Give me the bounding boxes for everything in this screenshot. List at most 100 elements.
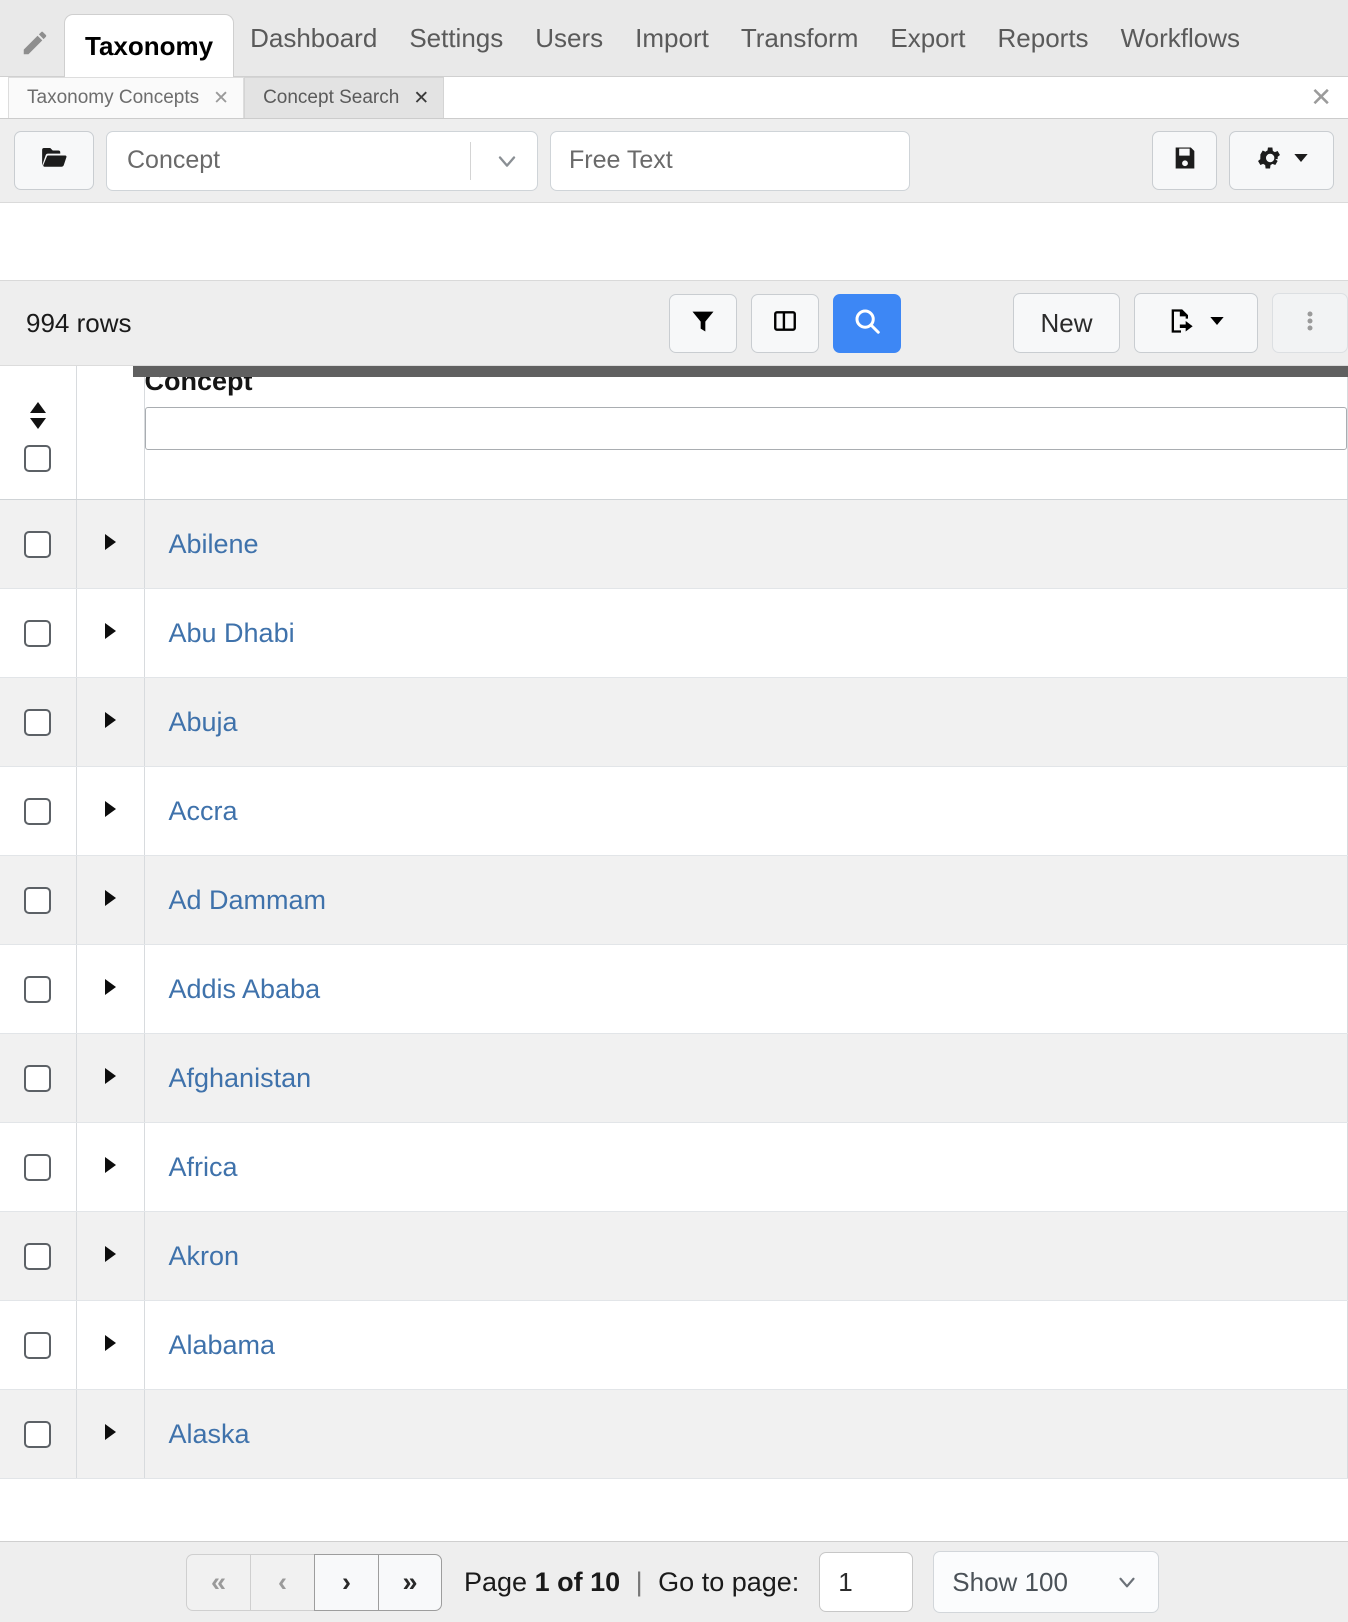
nav-tab-dashboard[interactable]: Dashboard — [234, 0, 393, 76]
table-row[interactable]: Akron — [0, 1212, 1348, 1301]
table-row[interactable]: Alabama — [0, 1301, 1348, 1390]
nav-tab-transform[interactable]: Transform — [725, 0, 875, 76]
save-search-button[interactable] — [1152, 131, 1217, 190]
expand-row-icon[interactable] — [105, 712, 116, 728]
next-page-button[interactable]: › — [314, 1554, 378, 1611]
open-saved-search-button[interactable] — [14, 131, 94, 190]
expand-row-icon[interactable] — [105, 534, 116, 550]
expand-row-icon[interactable] — [105, 890, 116, 906]
row-checkbox[interactable] — [24, 620, 51, 647]
expand-row-icon[interactable] — [105, 1335, 116, 1351]
nav-tab-workflows[interactable]: Workflows — [1105, 0, 1256, 76]
row-checkbox[interactable] — [24, 887, 51, 914]
nav-tab-users[interactable]: Users — [519, 0, 619, 76]
table-row[interactable]: Abilene — [0, 500, 1348, 589]
export-button[interactable] — [1134, 293, 1258, 353]
select-all-checkbox[interactable] — [24, 445, 51, 472]
page-size-label: Show 100 — [952, 1567, 1068, 1598]
row-select-cell — [0, 500, 76, 589]
row-expand-cell — [76, 856, 144, 945]
chevron-down-icon[interactable] — [493, 132, 521, 190]
expand-row-icon[interactable] — [105, 1246, 116, 1262]
row-expand-cell — [76, 767, 144, 856]
concept-link[interactable]: Akron — [145, 1241, 1348, 1272]
table-row[interactable]: Addis Ababa — [0, 945, 1348, 1034]
nav-tab-export[interactable]: Export — [874, 0, 981, 76]
row-select-cell — [0, 589, 76, 678]
close-icon[interactable]: ✕ — [413, 87, 429, 110]
table-row[interactable]: Ad Dammam — [0, 856, 1348, 945]
nav-tab-import[interactable]: Import — [619, 0, 725, 76]
document-tab-concept-search[interactable]: Concept Search ✕ — [244, 77, 444, 118]
expand-row-icon[interactable] — [105, 1068, 116, 1084]
funnel-icon — [689, 307, 717, 340]
row-checkbox[interactable] — [24, 1243, 51, 1270]
search-criteria-panel — [0, 203, 1348, 281]
concept-column-filter-input[interactable] — [145, 407, 1348, 450]
row-checkbox[interactable] — [24, 798, 51, 825]
search-settings-button[interactable] — [1229, 131, 1334, 190]
caret-down-icon — [1293, 150, 1309, 171]
horizontal-scrollbar[interactable] — [133, 366, 1348, 377]
row-expand-cell — [76, 1034, 144, 1123]
concept-link[interactable]: Africa — [145, 1152, 1348, 1183]
nav-tab-settings[interactable]: Settings — [393, 0, 519, 76]
folder-open-icon — [39, 143, 69, 178]
concept-link[interactable]: Afghanistan — [145, 1063, 1348, 1094]
expand-row-icon[interactable] — [105, 979, 116, 995]
columns-button[interactable] — [751, 294, 819, 353]
concept-link[interactable]: Accra — [145, 796, 1348, 827]
concept-link[interactable]: Abilene — [145, 529, 1348, 560]
nav-tab-label: Export — [890, 23, 965, 54]
row-checkbox[interactable] — [24, 976, 51, 1003]
table-row[interactable]: Abu Dhabi — [0, 589, 1348, 678]
concept-cell: Alabama — [144, 1301, 1348, 1390]
expand-row-icon[interactable] — [105, 801, 116, 817]
concept-link[interactable]: Abu Dhabi — [145, 618, 1348, 649]
table-row[interactable]: Accra — [0, 767, 1348, 856]
row-checkbox[interactable] — [24, 709, 51, 736]
first-page-button[interactable]: « — [186, 1554, 250, 1611]
search-field-select[interactable]: Concept — [106, 131, 538, 191]
nav-tab-reports[interactable]: Reports — [982, 0, 1105, 76]
free-text-input[interactable] — [550, 131, 910, 191]
more-actions-button[interactable] — [1272, 293, 1348, 353]
expand-row-icon[interactable] — [105, 623, 116, 639]
previous-page-button[interactable]: ‹ — [250, 1554, 314, 1611]
page-size-select[interactable]: Show 100 — [933, 1551, 1159, 1613]
row-checkbox[interactable] — [24, 1154, 51, 1181]
expand-row-icon[interactable] — [105, 1157, 116, 1173]
save-icon — [1171, 144, 1199, 177]
search-field-select-value: Concept — [127, 146, 220, 175]
row-checkbox[interactable] — [24, 1421, 51, 1448]
concept-link[interactable]: Alaska — [145, 1419, 1348, 1450]
concept-link[interactable]: Alabama — [145, 1330, 1348, 1361]
page-value-label: 1 of 10 — [535, 1567, 621, 1597]
close-icon[interactable]: ✕ — [213, 87, 229, 110]
pencil-icon[interactable] — [18, 26, 52, 60]
row-checkbox[interactable] — [24, 1065, 51, 1092]
caret-down-icon — [1209, 313, 1225, 334]
nav-tab-taxonomy[interactable]: Taxonomy — [64, 14, 234, 77]
filter-button[interactable] — [669, 294, 737, 353]
concept-link[interactable]: Ad Dammam — [145, 885, 1348, 916]
row-checkbox[interactable] — [24, 1332, 51, 1359]
last-page-button[interactable]: » — [378, 1554, 442, 1611]
row-expand-cell — [76, 678, 144, 767]
row-checkbox[interactable] — [24, 531, 51, 558]
document-tab-taxonomy-concepts[interactable]: Taxonomy Concepts ✕ — [8, 77, 244, 118]
table-row[interactable]: Abuja — [0, 678, 1348, 767]
concept-cell: Afghanistan — [144, 1034, 1348, 1123]
table-row[interactable]: Africa — [0, 1123, 1348, 1212]
table-row[interactable]: Alaska — [0, 1390, 1348, 1479]
concept-link[interactable]: Addis Ababa — [145, 974, 1348, 1005]
expand-row-icon[interactable] — [105, 1424, 116, 1440]
goto-page-input[interactable] — [819, 1552, 913, 1612]
table-row[interactable]: Afghanistan — [0, 1034, 1348, 1123]
close-all-tabs-icon[interactable]: ✕ — [1294, 77, 1348, 118]
new-button[interactable]: New — [1013, 293, 1120, 353]
search-button[interactable] — [833, 294, 901, 353]
sort-updown-icon[interactable] — [27, 402, 49, 429]
concept-cell: Ad Dammam — [144, 856, 1348, 945]
concept-link[interactable]: Abuja — [145, 707, 1348, 738]
